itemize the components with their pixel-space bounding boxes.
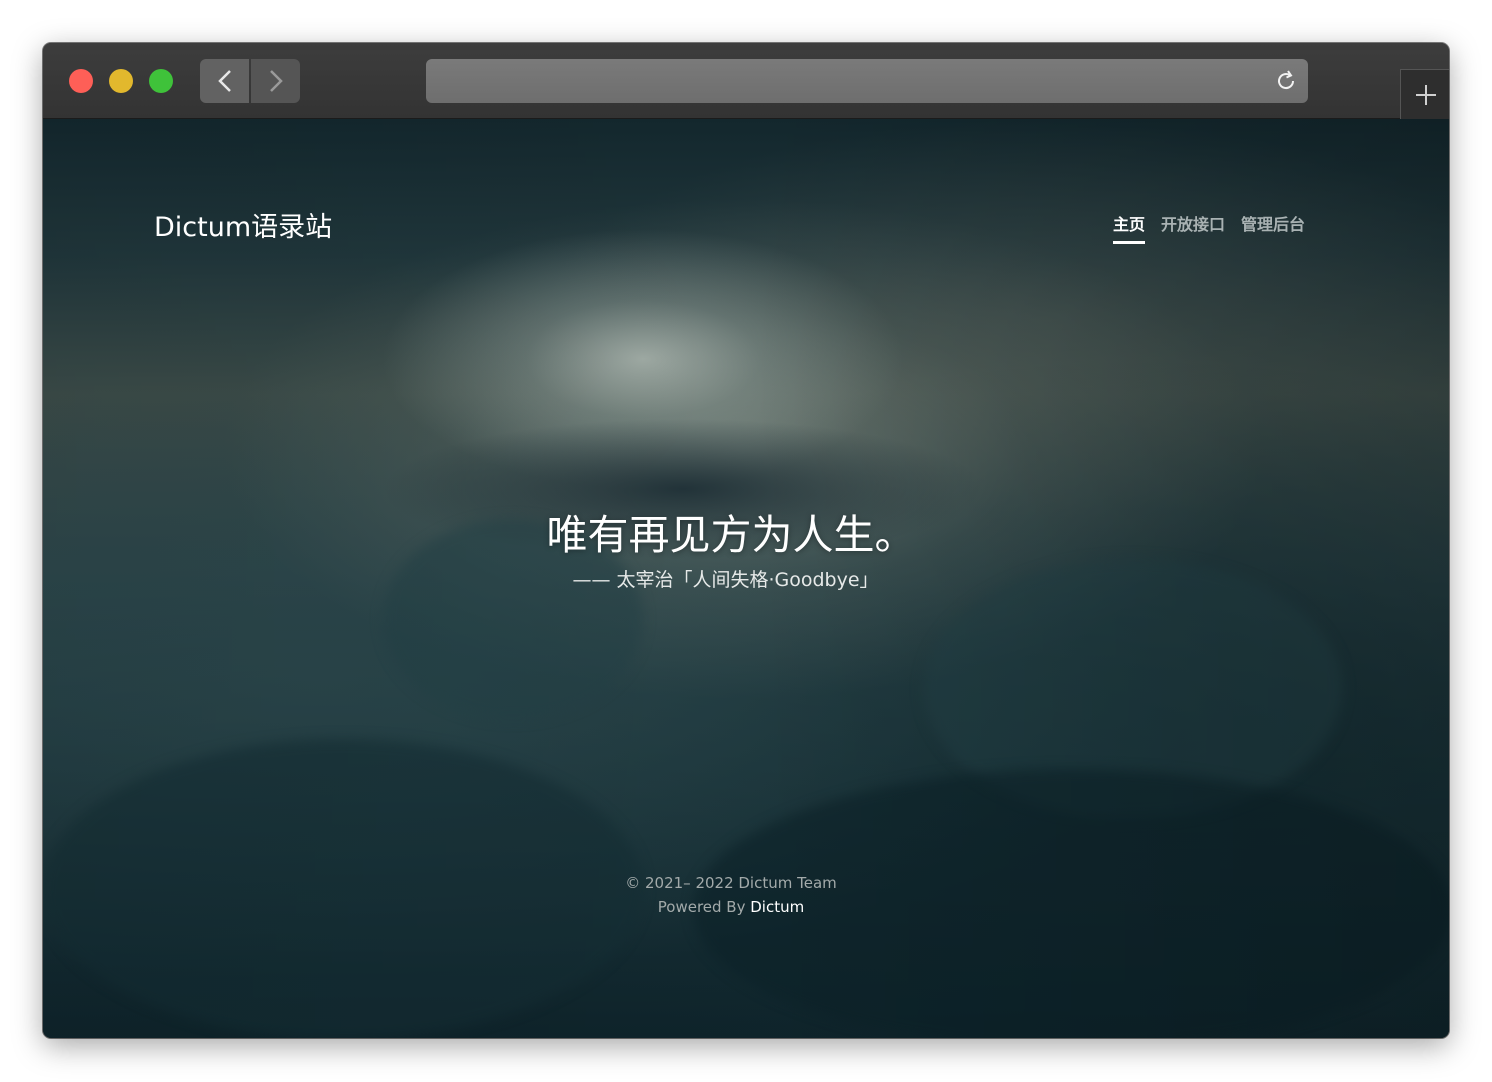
quote-text: 唯有再见方为人生。 [546,511,916,559]
page-viewport: Dictum语录站 主页 开放接口 管理后台 唯有再见方为人生。 —— 太宰治「… [43,119,1449,1038]
nav-item-admin[interactable]: 管理后台 [1241,211,1305,244]
forward-button[interactable] [251,59,300,103]
powered-by-prefix: Powered By [657,898,751,916]
nav-item-home[interactable]: 主页 [1113,211,1146,244]
nav-item-open-api[interactable]: 开放接口 [1161,211,1225,244]
reload-icon [1278,70,1295,90]
minimize-window-button[interactable] [109,69,133,93]
new-tab-button[interactable] [1400,69,1449,119]
chevron-right-icon [269,70,283,92]
browser-window: Dictum语录站 主页 开放接口 管理后台 唯有再见方为人生。 —— 太宰治「… [43,43,1449,1038]
page-footer: © 2021– 2022 Dictum Team Powered By Dict… [43,871,1419,919]
site-nav: 主页 开放接口 管理后台 [1113,211,1305,244]
address-bar[interactable] [426,59,1308,103]
powered-by-line: Powered By Dictum [43,895,1419,919]
copyright-text: © 2021– 2022 Dictum Team [625,874,837,892]
browser-toolbar [43,43,1449,119]
back-button[interactable] [200,59,249,103]
chevron-left-icon [217,70,231,92]
powered-by-link[interactable]: Dictum [750,898,804,916]
zoom-window-button[interactable] [149,69,173,93]
site-brand[interactable]: Dictum语录站 [154,205,332,244]
plus-icon [1415,84,1436,105]
close-window-button[interactable] [69,69,93,93]
quote-source: —— 太宰治「人间失格·Goodbye」 [572,569,879,591]
reload-button[interactable] [1274,69,1298,93]
